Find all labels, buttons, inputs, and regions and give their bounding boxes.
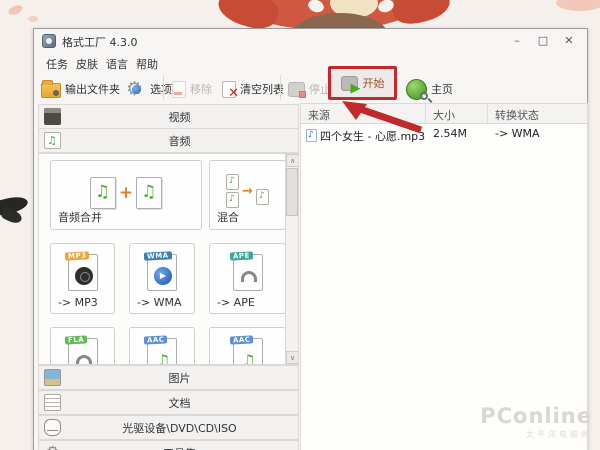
tile-to-aac[interactable]: AAC♫ [129,327,195,365]
wallpaper-petal [28,16,38,22]
start-button-highlight: ▶ 开始 [328,66,397,100]
mp3-note-icon: ♪ [306,129,317,142]
to-wma-label: -> WMA [137,296,182,309]
wma-file-icon: WMA▶ [147,254,177,291]
task-file-size: 2.54M [426,125,488,144]
remove-button[interactable]: 移除 [172,76,212,102]
pconline-watermark: PConline 太平洋电脑网 [480,404,592,440]
globe-home-icon [406,79,427,100]
picture-label: 图片 [61,370,298,386]
column-status[interactable]: 转换状态 [488,104,587,123]
audio-file-icon: ♫ [90,177,116,209]
category-toolset[interactable]: ⚙ 工具集 [38,440,299,450]
audio-tools-grid: ♫ + ♫ 音频合并 ♪ ♪ → ♪ 混合 [38,153,299,365]
arrow-icon: → [242,184,253,199]
close-button[interactable]: ✕ [561,33,577,49]
home-label: 主页 [431,81,453,97]
watermark-brand: PConline [480,404,592,428]
category-document[interactable]: 文档 [38,390,299,415]
tile-to-wma[interactable]: WMA▶ -> WMA [129,243,195,314]
task-list-panel: 来源 大小 转换状态 ♪ 四个女生 - 心愿.mp3 2.54M -> WMA [300,103,588,450]
tile-to-ape[interactable]: APE -> APE [209,243,286,314]
folder-icon [41,83,61,98]
video-label: 视频 [61,109,298,125]
plus-icon: + [119,183,133,203]
category-rom-device[interactable]: 光驱设备\DVD\CD\ISO [38,415,299,440]
disc-drive-icon [44,419,61,436]
task-table-header: 来源 大小 转换状态 [301,104,587,124]
tile-mix[interactable]: ♪ ♪ → ♪ 混合 [209,160,286,230]
audio-file-icon: ♪ [256,189,269,205]
toolset-label: 工具集 [61,445,298,450]
tiles-scrollbar[interactable]: ∧ ∨ [285,154,298,364]
toolbar-separator [163,75,164,100]
stop-button[interactable]: 停止 [288,76,331,102]
clear-list-icon: ✕ [222,81,236,98]
picture-icon [44,369,61,386]
to-ape-label: -> APE [217,296,255,309]
title-bar[interactable]: 格式工厂 4.3.0 – □ ✕ [34,29,587,53]
options-button[interactable]: ⚙ 选项 [126,76,172,102]
mix-label: 混合 [217,209,239,225]
scroll-down-icon[interactable]: ∨ [286,351,299,364]
start-button[interactable]: 开始 [363,75,385,91]
ape-file-icon: APE [233,254,263,291]
aac-file-icon: AAC♫ [233,338,263,366]
scrollbar-thumb[interactable] [286,168,298,216]
video-icon [44,108,61,125]
audio-label: 音频 [61,133,298,149]
tile-audio-merge[interactable]: ♫ + ♫ 音频合并 [50,160,202,230]
document-icon [44,394,61,411]
remove-file-icon [172,81,186,98]
category-panel: 视频 ♫ 音频 ♫ + ♫ 音频合并 [38,103,299,450]
menu-bar: 任务 皮肤 语言 帮助 [34,53,587,71]
audio-merge-label: 音频合并 [58,209,102,225]
maximize-button[interactable]: □ [535,33,551,49]
audio-file-icon: ♪ [226,192,239,208]
output-folder-label: 输出文件夹 [65,81,120,97]
format-factory-window: 格式工厂 4.3.0 – □ ✕ 任务 皮肤 语言 帮助 输出文件夹 ⚙ 选项 [33,28,588,450]
document-label: 文档 [61,395,298,411]
category-video[interactable]: 视频 [38,104,299,129]
category-audio[interactable]: ♫ 音频 [38,128,299,153]
clear-list-button[interactable]: ✕ 清空列表 [222,76,284,102]
column-source[interactable]: 来源 [301,104,426,123]
audio-file-icon: ♪ [226,174,239,190]
mp3-file-icon: MP3 [68,254,98,291]
task-file-name: 四个女生 - 心愿.mp3 [320,128,425,144]
desktop-background: 格式工厂 4.3.0 – □ ✕ 任务 皮肤 语言 帮助 输出文件夹 ⚙ 选项 [0,0,600,450]
tile-to-aac-2[interactable]: AAC♫ [209,327,286,365]
tile-to-mp3[interactable]: MP3 -> MP3 [50,243,115,314]
to-mp3-label: -> MP3 [58,296,98,309]
category-picture[interactable]: 图片 [38,365,299,390]
tile-to-flac[interactable]: FLA [50,327,115,365]
minimize-button[interactable]: – [509,33,525,49]
scroll-up-icon[interactable]: ∧ [286,154,299,167]
output-folder-button[interactable]: 输出文件夹 [41,76,120,102]
home-button[interactable]: 主页 [406,76,453,102]
wallpaper-petal [7,3,24,16]
flac-file-icon: FLA [68,338,98,366]
task-convert-status: -> WMA [488,125,587,144]
remove-label: 移除 [190,81,212,97]
audio-file-icon: ♫ [136,177,162,209]
clear-list-label: 清空列表 [240,81,284,97]
music-note-icon: ♫ [44,132,61,149]
aac-file-icon: AAC♫ [147,338,177,366]
toolbar-separator [280,75,281,100]
start-icon: ▶ [341,76,358,91]
gear-icon: ⚙ [44,444,61,450]
table-row[interactable]: ♪ 四个女生 - 心愿.mp3 2.54M -> WMA [301,125,587,144]
wallpaper-artwork [389,0,453,29]
options-label: 选项 [150,81,172,97]
toolbar: 输出文件夹 ⚙ 选项 移除 ✕ 清空列表 停止 主页 [34,71,587,105]
wallpaper-petal [556,0,600,11]
column-size[interactable]: 大小 [426,104,488,123]
gear-icon: ⚙ [126,79,146,99]
window-title: 格式工厂 4.3.0 [62,34,138,50]
watermark-subtitle: 太平洋电脑网 [480,429,592,440]
stop-icon [288,82,305,97]
app-icon [42,34,56,48]
rom-label: 光驱设备\DVD\CD\ISO [61,420,298,436]
